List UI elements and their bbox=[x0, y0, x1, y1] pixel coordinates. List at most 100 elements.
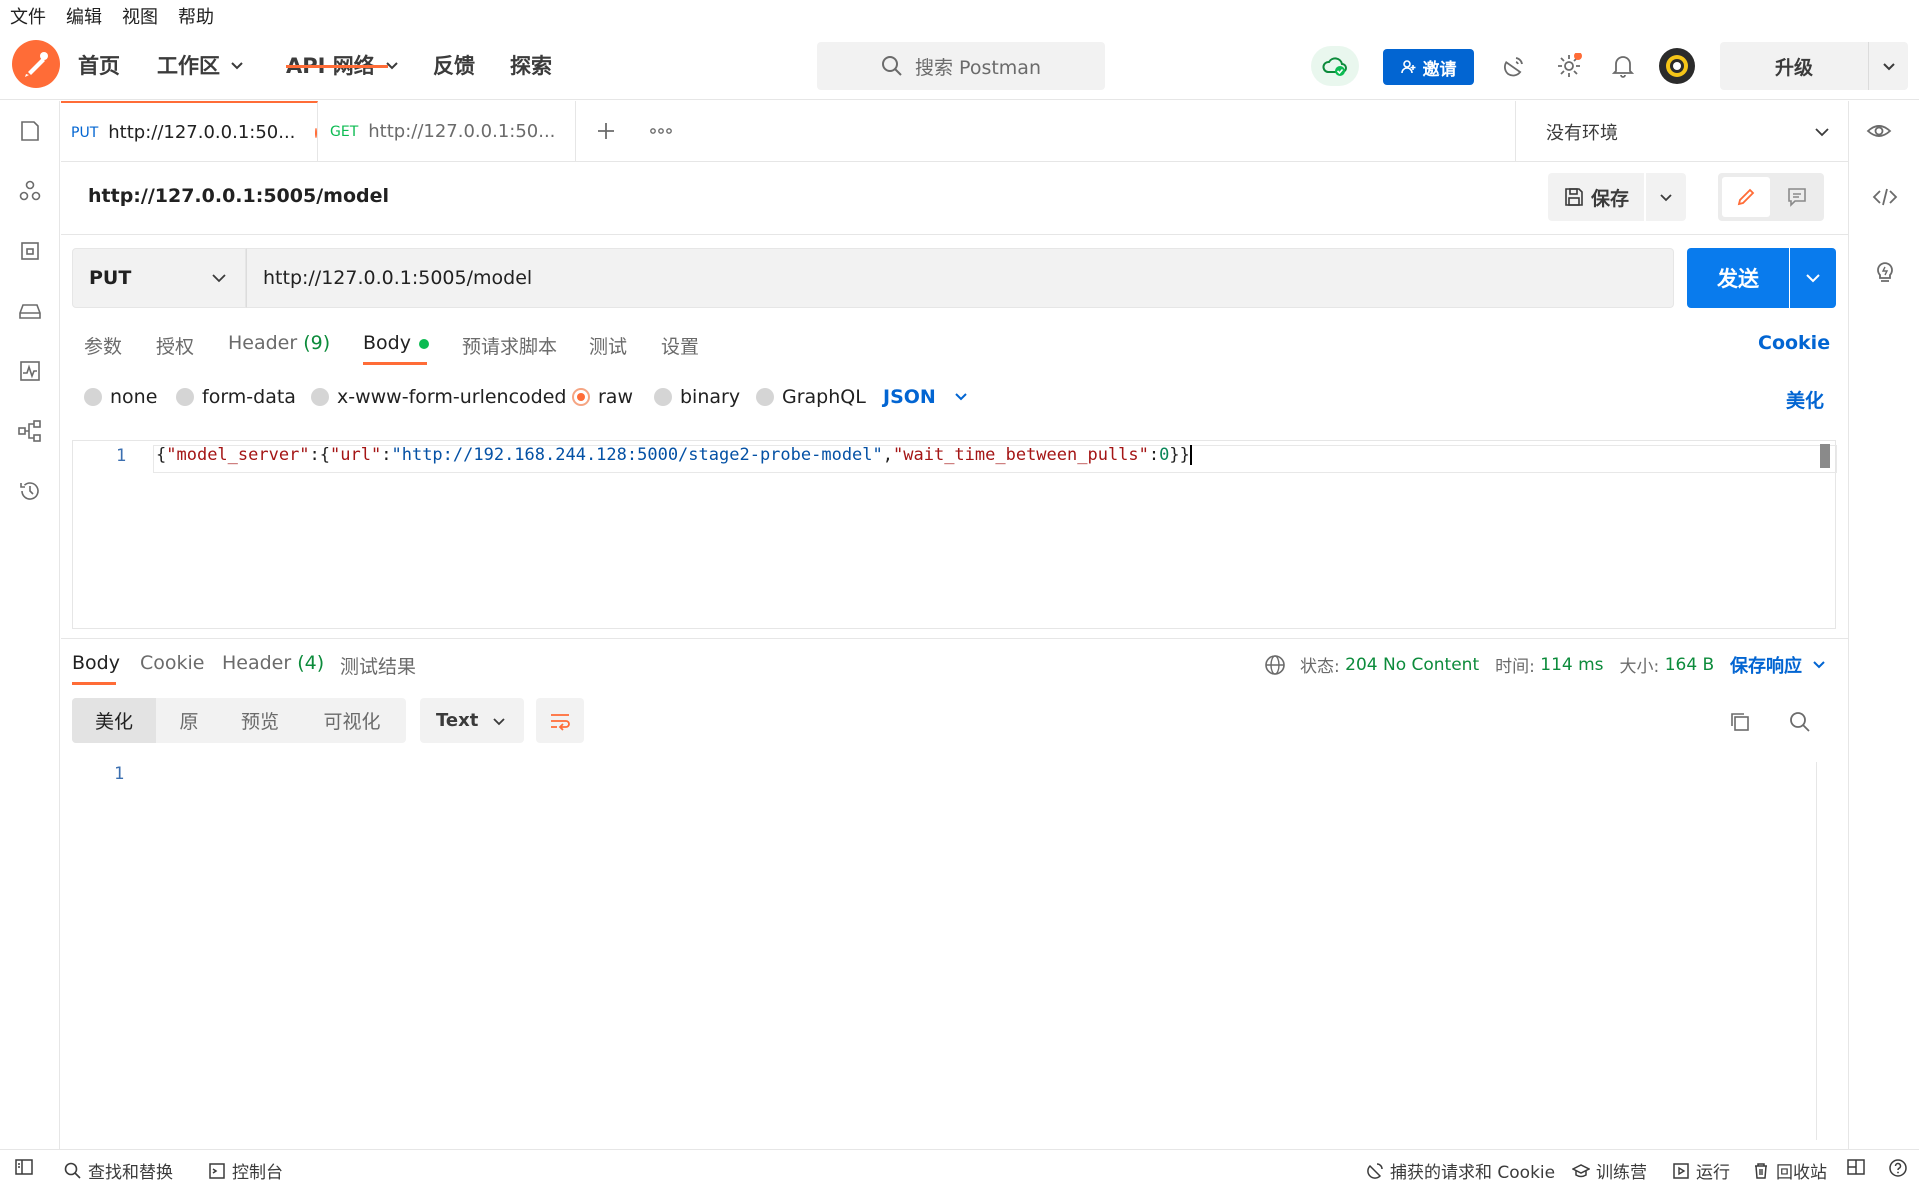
view-raw[interactable]: 原 bbox=[156, 698, 222, 743]
menu-help[interactable]: 帮助 bbox=[178, 3, 214, 29]
trash-button[interactable]: 回收站 bbox=[1752, 1158, 1827, 1183]
code-snippet-icon[interactable] bbox=[1869, 181, 1901, 213]
request-title[interactable]: http://127.0.0.1:5005/model bbox=[88, 185, 389, 207]
body-active-dot bbox=[418, 338, 429, 349]
response-line-number: 1 bbox=[114, 764, 125, 784]
divider bbox=[61, 234, 1848, 235]
settings-gear-icon[interactable] bbox=[1553, 50, 1585, 82]
search-icon bbox=[882, 56, 902, 76]
url-input[interactable]: http://127.0.0.1:5005/model bbox=[246, 248, 1674, 308]
view-pretty[interactable]: 美化 bbox=[72, 698, 156, 743]
two-pane-layout-icon[interactable] bbox=[1846, 1158, 1872, 1176]
menu-edit[interactable]: 编辑 bbox=[66, 3, 102, 29]
response-format-select[interactable]: Text bbox=[420, 698, 524, 743]
environment-selector[interactable]: 没有环境 bbox=[1515, 101, 1909, 162]
nav-home[interactable]: 首页 bbox=[78, 50, 120, 80]
toggle-sidebar-icon[interactable] bbox=[14, 1158, 40, 1176]
menu-view[interactable]: 视图 bbox=[122, 3, 158, 29]
response-tab-cookies[interactable]: Cookie bbox=[140, 652, 205, 674]
status-label: 状态: bbox=[1300, 657, 1340, 677]
sync-status-button[interactable] bbox=[1311, 46, 1359, 86]
satellite-icon[interactable] bbox=[1498, 50, 1530, 82]
tab-tests[interactable]: 测试 bbox=[589, 332, 627, 359]
tab-body[interactable]: Body bbox=[363, 332, 429, 354]
environments-icon[interactable] bbox=[16, 237, 44, 265]
save-button[interactable]: 保存 bbox=[1548, 173, 1644, 221]
monitors-icon[interactable] bbox=[16, 357, 44, 385]
bootcamp-button[interactable]: 训练营 bbox=[1572, 1158, 1647, 1183]
nav-feedback[interactable]: 反馈 bbox=[433, 50, 475, 80]
response-tab-test-results[interactable]: 测试结果 bbox=[340, 652, 416, 679]
search-response-icon[interactable] bbox=[1786, 708, 1814, 736]
view-preview[interactable]: 预览 bbox=[222, 698, 298, 743]
runner-button[interactable]: 运行 bbox=[1672, 1158, 1730, 1183]
view-visualize[interactable]: 可视化 bbox=[298, 698, 406, 743]
environment-quick-look-eye-icon[interactable] bbox=[1866, 121, 1892, 141]
body-type-urlencoded[interactable]: x-www-form-urlencoded bbox=[311, 386, 566, 408]
help-icon[interactable] bbox=[1888, 1158, 1914, 1178]
new-tab-plus-icon[interactable] bbox=[590, 115, 622, 147]
body-type-binary[interactable]: binary bbox=[654, 386, 740, 408]
collections-icon[interactable] bbox=[16, 117, 44, 145]
tab-pre-request-script[interactable]: 预请求脚本 bbox=[462, 332, 557, 359]
tab-params[interactable]: 参数 bbox=[84, 332, 122, 359]
request-tab-get[interactable]: GET http://127.0.0.1:50... bbox=[318, 101, 576, 162]
tab-settings[interactable]: 设置 bbox=[661, 332, 699, 359]
body-type-graphql[interactable]: GraphQL bbox=[756, 386, 866, 408]
body-type-form-data[interactable]: form-data bbox=[176, 386, 296, 408]
upgrade-button[interactable]: 升级 bbox=[1720, 42, 1908, 90]
time-label: 时间: bbox=[1495, 657, 1535, 677]
save-response-button[interactable]: 保存响应 bbox=[1730, 652, 1826, 678]
body-type-raw[interactable]: raw bbox=[572, 386, 633, 408]
history-icon[interactable] bbox=[16, 477, 44, 505]
invite-button[interactable]: 邀请 bbox=[1383, 49, 1474, 85]
console-button[interactable]: 控制台 bbox=[208, 1158, 283, 1183]
globe-icon[interactable] bbox=[1264, 654, 1286, 676]
response-tab-body[interactable]: Body bbox=[72, 652, 120, 674]
request-tabs-bar: PUT http://127.0.0.1:50... GET http://12… bbox=[61, 101, 1892, 162]
send-dropdown[interactable] bbox=[1790, 248, 1836, 308]
global-search-input[interactable]: 搜索 Postman bbox=[817, 42, 1105, 90]
nav-workspaces[interactable]: 工作区 bbox=[157, 50, 244, 80]
wrap-lines-icon bbox=[551, 713, 570, 731]
response-scrollbar[interactable] bbox=[1816, 762, 1817, 1140]
flows-icon[interactable] bbox=[16, 417, 44, 445]
postman-logo-icon[interactable] bbox=[12, 40, 60, 88]
chevron-down-icon bbox=[1882, 63, 1895, 71]
tab-headers[interactable]: Header (9) bbox=[228, 332, 330, 354]
active-subtab-indicator bbox=[363, 362, 427, 365]
comments-icon[interactable] bbox=[1774, 177, 1820, 217]
save-dropdown[interactable] bbox=[1646, 173, 1686, 221]
editor-scrollbar[interactable] bbox=[1820, 444, 1830, 468]
cloud-check-icon bbox=[1322, 57, 1347, 76]
response-tab-headers[interactable]: Header (4) bbox=[222, 652, 324, 674]
copy-icon[interactable] bbox=[1726, 708, 1754, 736]
send-button[interactable]: 发送 bbox=[1687, 248, 1789, 308]
body-type-none[interactable]: none bbox=[84, 386, 157, 408]
http-method-select[interactable]: PUT bbox=[72, 248, 246, 308]
edit-pencil-icon[interactable] bbox=[1722, 177, 1770, 217]
menu-file[interactable]: 文件 bbox=[10, 3, 46, 29]
nav-explore[interactable]: 探索 bbox=[510, 50, 552, 80]
request-body-editor[interactable] bbox=[72, 440, 1837, 629]
more-tabs-icon[interactable] bbox=[645, 115, 677, 147]
time-value[interactable]: 114 ms bbox=[1540, 655, 1603, 675]
find-replace-button[interactable]: 查找和替换 bbox=[64, 1158, 173, 1183]
wrap-lines-button[interactable] bbox=[536, 698, 584, 743]
request-tab-put[interactable]: PUT http://127.0.0.1:50... bbox=[61, 101, 318, 162]
tab-authorization[interactable]: 授权 bbox=[156, 332, 194, 359]
mock-servers-icon[interactable] bbox=[16, 297, 44, 325]
apis-icon[interactable] bbox=[16, 177, 44, 205]
raw-format-select[interactable]: JSON bbox=[883, 386, 968, 408]
notifications-bell-icon[interactable] bbox=[1607, 50, 1639, 82]
cookies-link[interactable]: Cookie bbox=[1758, 332, 1830, 354]
size-value[interactable]: 164 B bbox=[1665, 655, 1715, 675]
upgrade-dropdown[interactable] bbox=[1869, 59, 1908, 73]
status-value[interactable]: 204 No Content bbox=[1345, 655, 1479, 675]
lightbulb-icon[interactable] bbox=[1869, 256, 1901, 288]
user-avatar[interactable] bbox=[1659, 48, 1695, 84]
menubar: 文件 编辑 视图 帮助 bbox=[0, 0, 1919, 32]
capture-requests-button[interactable]: 捕获的请求和 Cookie bbox=[1366, 1158, 1555, 1183]
beautify-button[interactable]: 美化 bbox=[1786, 386, 1824, 413]
request-body-code[interactable]: {"model_server":{"url":"http://192.168.2… bbox=[156, 445, 1192, 465]
